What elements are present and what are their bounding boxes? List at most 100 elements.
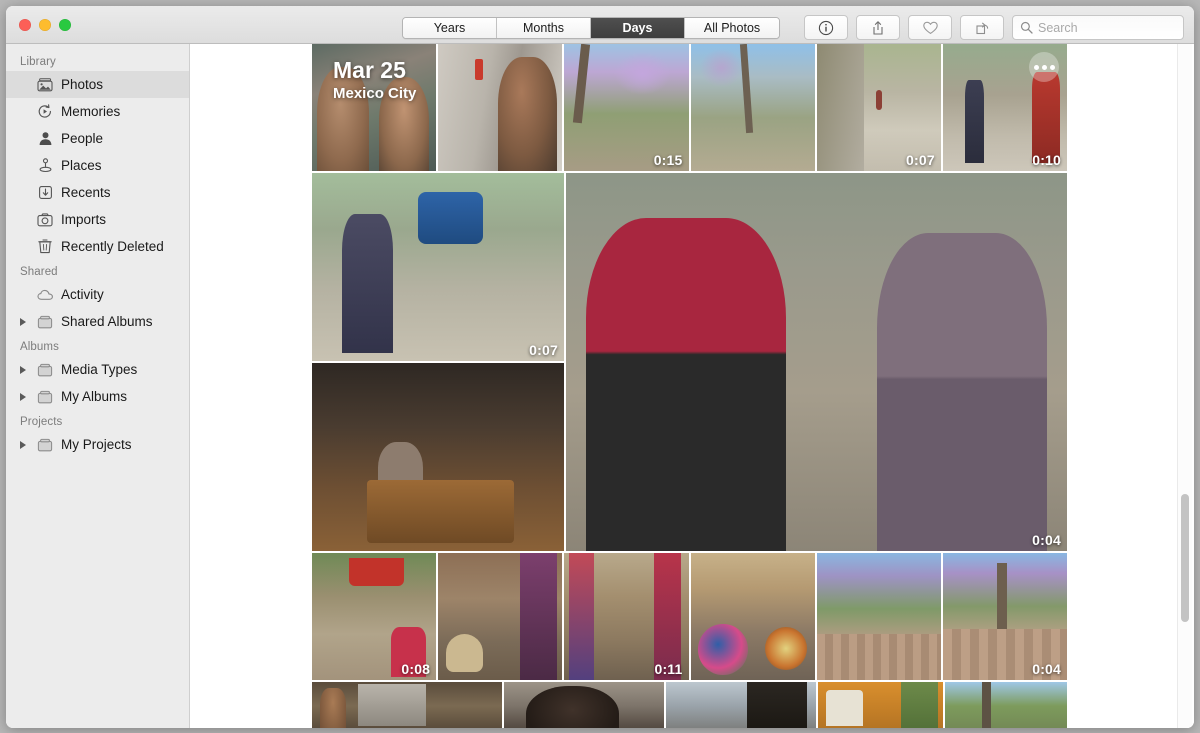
share-icon	[873, 20, 883, 35]
cloud-icon	[36, 289, 54, 301]
sidebar-item-label: Imports	[61, 212, 107, 227]
photo-back-of-head[interactable]	[504, 682, 664, 728]
photo-boy-doorway[interactable]	[438, 44, 563, 171]
tab-days[interactable]: Days	[591, 18, 685, 38]
video-duration-badge: 0:11	[654, 661, 683, 677]
photo-market-shops[interactable]: 0:11	[564, 553, 689, 680]
photo-selfie[interactable]: Mar 25 Mexico City	[312, 44, 437, 171]
memories-icon	[36, 104, 54, 119]
sidebar-item-people[interactable]: People	[6, 125, 189, 152]
heart-icon	[922, 21, 938, 34]
view-mode-segmented-control[interactable]: Years Months Days All Photos	[402, 17, 780, 39]
sidebar-item-label: Recently Deleted	[61, 239, 164, 254]
tab-months[interactable]: Months	[497, 18, 591, 38]
people-icon	[36, 131, 54, 146]
photo-row-1: Mar 25 Mexico City 0:15 0:07 0:10	[312, 44, 1068, 171]
photo-grid-content: Mar 25 Mexico City 0:15 0:07 0:10 0:07 0…	[190, 44, 1194, 728]
photo-market-street[interactable]: 0:08	[312, 553, 437, 680]
share-button[interactable]	[856, 15, 900, 40]
photo-street-trio[interactable]: 0:04	[566, 173, 1067, 551]
traffic-lights	[6, 18, 71, 31]
photo-thumbnail	[818, 682, 943, 728]
photo-thumbnail	[566, 173, 1067, 551]
search-icon	[1020, 21, 1033, 34]
folder-icon	[36, 390, 54, 404]
video-duration-badge: 0:10	[1032, 152, 1062, 168]
favorite-button[interactable]	[908, 15, 952, 40]
sidebar-item-label: Photos	[61, 77, 104, 92]
window-body: Library Photos Memories People Places Re…	[6, 44, 1194, 728]
photo-garden-path[interactable]: 0:07	[816, 44, 941, 171]
sidebar-item-recents[interactable]: Recents	[6, 179, 189, 206]
photo-shop-front[interactable]	[666, 682, 816, 728]
tab-years[interactable]: Years	[403, 18, 497, 38]
sidebar-group-albums: Albums	[20, 341, 59, 353]
photo-market-aisle[interactable]	[438, 553, 563, 680]
video-duration-badge: 0:07	[529, 342, 558, 358]
disclosure-triangle-icon[interactable]	[20, 317, 29, 326]
zoom-button[interactable]	[59, 18, 71, 31]
photo-row-2: 0:07 0:04	[312, 173, 1067, 551]
more-options-button[interactable]	[1029, 52, 1060, 82]
trash-icon	[36, 239, 54, 254]
video-duration-badge: 0:08	[401, 661, 431, 677]
sidebar-item-my-projects[interactable]: My Projects	[6, 431, 189, 458]
sidebar-item-places[interactable]: Places	[6, 152, 189, 179]
video-duration-badge: 0:04	[1032, 661, 1062, 677]
photo-thumbnail	[690, 553, 815, 680]
sidebar-item-photos[interactable]: Photos	[6, 71, 189, 98]
folder-icon	[36, 315, 54, 329]
photo-park-wide[interactable]	[690, 44, 815, 171]
minimize-button[interactable]	[39, 18, 51, 31]
video-duration-badge: 0:15	[653, 152, 683, 168]
vertical-scrollbar[interactable]	[1177, 44, 1192, 728]
scrollbar-thumb[interactable]	[1181, 494, 1189, 622]
sidebar-item-label: Shared Albums	[61, 314, 153, 329]
sidebar-item-activity[interactable]: Activity	[6, 281, 189, 308]
sidebar-item-media-types[interactable]: Media Types	[6, 356, 189, 383]
sidebar-item-my-albums[interactable]: My Albums	[6, 383, 189, 410]
photo-street-walkers[interactable]: 0:10	[942, 44, 1068, 171]
rotate-button[interactable]	[960, 15, 1004, 40]
info-button[interactable]	[804, 15, 848, 40]
photo-thumbnail	[816, 553, 941, 680]
photo-woven-baskets[interactable]	[690, 553, 815, 680]
sidebar-item-label: Places	[61, 158, 102, 173]
photo-thumbnail	[312, 44, 437, 171]
sidebar-item-label: Activity	[61, 287, 104, 302]
photo-jacaranda-park[interactable]: 0:15	[564, 44, 689, 171]
photo-thumbnail	[438, 44, 563, 171]
photo-yellow-house[interactable]	[818, 682, 943, 728]
window-titlebar: Years Months Days All Photos Search	[6, 6, 1194, 44]
sidebar-item-shared-albums[interactable]: Shared Albums	[6, 308, 189, 335]
sidebar-item-recently-deleted[interactable]: Recently Deleted	[6, 233, 189, 260]
tab-all-photos[interactable]: All Photos	[685, 18, 779, 38]
photos-icon	[36, 77, 54, 92]
photo-plaza-benches[interactable]	[816, 553, 941, 680]
photo-bar-counter[interactable]	[312, 682, 502, 728]
sidebar-item-memories[interactable]: Memories	[6, 98, 189, 125]
sidebar-item-label: People	[61, 131, 104, 146]
sidebar-item-label: My Albums	[61, 389, 128, 404]
disclosure-triangle-icon[interactable]	[20, 392, 29, 401]
search-field[interactable]: Search	[1012, 15, 1184, 40]
disclosure-triangle-icon[interactable]	[20, 365, 29, 374]
more-options-icon	[1033, 64, 1039, 70]
close-button[interactable]	[19, 18, 31, 31]
photo-cafe-table[interactable]	[312, 363, 564, 551]
folder-icon	[36, 438, 54, 452]
photo-sidewalk-woman[interactable]: 0:07	[312, 173, 564, 361]
photo-row-3: 0:08 0:11 0:04	[312, 553, 1068, 680]
disclosure-triangle-icon[interactable]	[20, 440, 29, 449]
photo-plaza-jacaranda[interactable]: 0:04	[942, 553, 1068, 680]
places-icon	[36, 158, 54, 173]
photo-grid: Mar 25 Mexico City 0:15 0:07 0:10 0:07 0…	[312, 44, 1068, 728]
photo-thumbnail	[312, 173, 564, 361]
photo-street-trees[interactable]	[945, 682, 1067, 728]
info-icon	[818, 20, 834, 35]
sidebar-item-label: Memories	[61, 104, 121, 119]
photo-thumbnail	[945, 682, 1067, 728]
photo-row-4-partial	[312, 682, 1067, 728]
sidebar-item-imports[interactable]: Imports	[6, 206, 189, 233]
photo-thumbnail	[690, 44, 815, 171]
